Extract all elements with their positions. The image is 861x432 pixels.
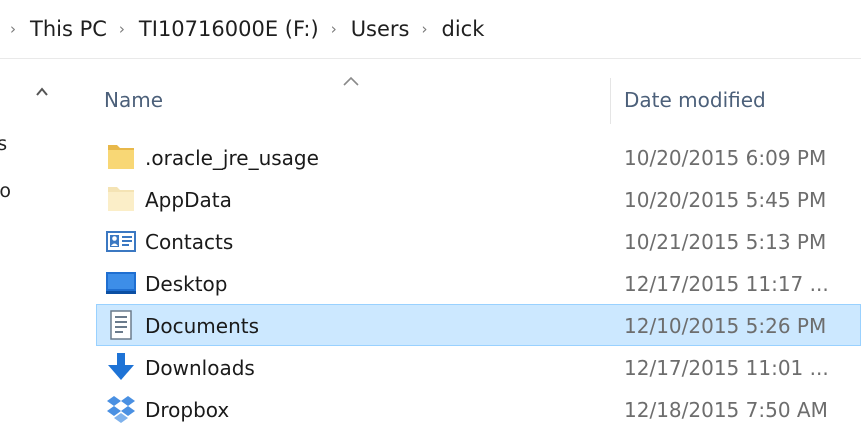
navigation-pane[interactable]: is ro [0,59,64,432]
file-date-modified: 10/21/2015 5:13 PM [624,230,827,254]
desktop-icon [105,268,137,298]
file-row-documents[interactable]: Documents 12/10/2015 5:26 PM [96,304,861,346]
nav-scroll-up-icon[interactable] [34,85,50,99]
file-row-dropbox[interactable]: Dropbox 12/18/2015 7:50 AM [96,388,861,430]
column-header-date-modified[interactable]: Date modified [624,88,766,112]
file-row-downloads[interactable]: Downloads 12/17/2015 11:01 ... [96,346,861,388]
column-header-name[interactable]: Name [104,88,163,112]
documents-icon [105,310,137,340]
file-date-modified: 12/17/2015 11:17 ... [624,272,829,296]
breadcrumb-chevron-icon[interactable]: › [119,20,125,38]
file-row-appdata[interactable]: AppData 10/20/2015 5:45 PM [96,178,861,220]
file-name: .oracle_jre_usage [145,146,319,170]
file-date-modified: 12/10/2015 5:26 PM [624,314,827,338]
file-name: AppData [145,188,232,212]
sort-ascending-icon [340,74,362,88]
nav-item-fragment[interactable]: is [0,133,7,155]
nav-item-fragment[interactable]: ro [0,180,11,202]
breadcrumb-chevron-icon[interactable]: › [422,20,428,38]
dropbox-icon [105,394,137,424]
file-date-modified: 10/20/2015 6:09 PM [624,146,827,170]
breadcrumb-chevron-icon[interactable]: › [331,20,337,38]
hidden-folder-icon [105,184,137,214]
contacts-icon [105,226,137,256]
file-row-oracle-jre-usage[interactable]: .oracle_jre_usage 10/20/2015 6:09 PM [96,136,861,178]
file-row-contacts[interactable]: Contacts 10/21/2015 5:13 PM [96,220,861,262]
column-header: Name Date modified [96,74,861,126]
file-name: Downloads [145,356,255,380]
file-date-modified: 10/20/2015 5:45 PM [624,188,827,212]
address-bar-divider [0,58,861,59]
file-date-modified: 12/18/2015 7:50 AM [624,398,828,422]
downloads-icon [105,352,137,382]
column-resize-handle[interactable] [610,78,611,124]
folder-icon [105,142,137,172]
file-list: .oracle_jre_usage 10/20/2015 6:09 PM App… [96,136,861,430]
file-row-desktop[interactable]: Desktop 12/17/2015 11:17 ... [96,262,861,304]
file-date-modified: 12/17/2015 11:01 ... [624,356,829,380]
breadcrumb-item-dick[interactable]: dick [442,17,485,41]
file-name: Documents [145,314,260,338]
file-name: Desktop [145,272,228,296]
file-name: Dropbox [145,398,230,422]
breadcrumb-item-drive[interactable]: TI10716000E (F:) [139,17,319,41]
breadcrumb-item-this-pc[interactable]: This PC [30,17,107,41]
breadcrumb-item-users[interactable]: Users [351,17,410,41]
file-name: Contacts [145,230,234,254]
file-explorer-window: › This PC › TI10716000E (F:) › Users › d… [0,0,861,432]
breadcrumb: › This PC › TI10716000E (F:) › Users › d… [0,0,861,58]
breadcrumb-chevron-icon[interactable]: › [10,20,16,38]
